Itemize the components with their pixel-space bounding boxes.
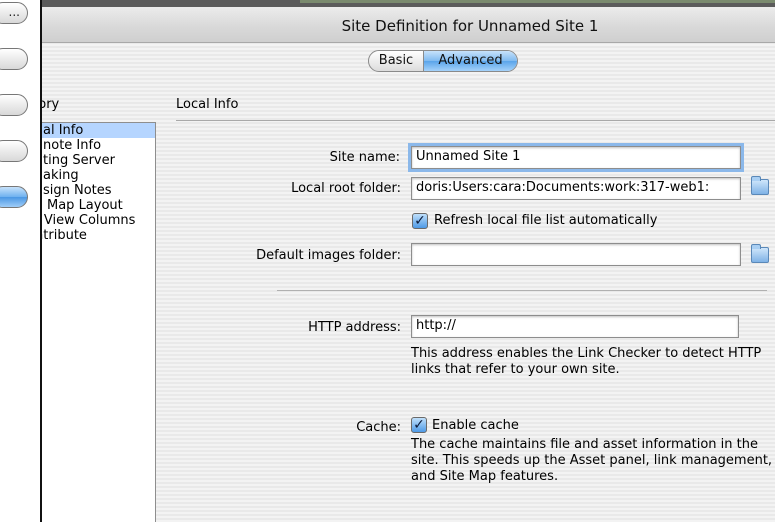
default-images-folder-browse-icon[interactable] [751, 244, 769, 263]
http-address-input[interactable]: http:// [411, 315, 739, 338]
http-address-label: HTTP address: [308, 320, 401, 335]
section-rule [176, 120, 775, 121]
refresh-checkbox-label: Refresh local file list automatically [434, 213, 658, 228]
site-name-label: Site name: [329, 150, 400, 165]
local-root-folder-browse-icon[interactable] [751, 176, 769, 195]
tab-advanced[interactable]: Advanced [424, 51, 517, 71]
cache-label: Cache: [356, 420, 401, 435]
default-images-folder-label: Default images folder: [256, 248, 401, 263]
local-root-folder-input[interactable]: doris:Users:cara:Documents:work:317-web1… [411, 177, 741, 200]
window-title: Site Definition for Unnamed Site 1 [341, 17, 599, 35]
sheet-button-default[interactable] [0, 186, 28, 208]
tab-basic[interactable]: Basic [369, 51, 424, 71]
http-address-help: This address enables the Link Checker to… [411, 346, 762, 377]
enable-cache-checkbox[interactable]: ✓ [411, 417, 427, 433]
sheet-button-3[interactable] [0, 94, 28, 116]
local-root-folder-label: Local root folder: [291, 181, 401, 196]
overlapping-sheet: ... [0, 0, 42, 522]
enable-cache-label: Enable cache [432, 418, 519, 433]
section-title: Local Info [176, 97, 239, 112]
sheet-button-2[interactable] [0, 48, 28, 70]
cache-help: The cache maintains file and asset infor… [411, 437, 773, 484]
sheet-button-4[interactable] [0, 140, 28, 162]
refresh-checkbox[interactable]: ✓ [412, 213, 428, 229]
form-divider [277, 290, 767, 291]
site-name-input[interactable]: Unnamed Site 1 [408, 143, 744, 172]
default-images-folder-input[interactable] [411, 243, 741, 266]
sheet-button-1[interactable]: ... [0, 2, 28, 24]
tab-switcher: Basic Advanced [368, 50, 518, 72]
